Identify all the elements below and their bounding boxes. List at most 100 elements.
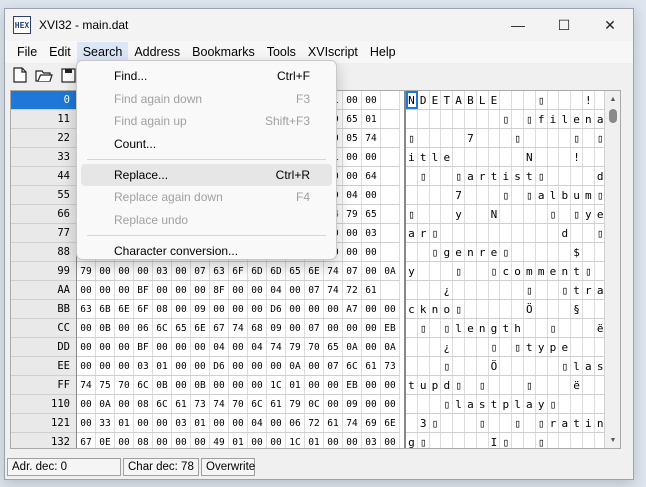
text-char-cell[interactable]: r xyxy=(477,167,489,185)
save-icon[interactable] xyxy=(59,66,77,84)
hex-byte-cell[interactable]: 74 xyxy=(324,262,343,280)
text-char-cell[interactable]: l xyxy=(548,186,560,204)
text-char-cell[interactable] xyxy=(500,357,513,375)
text-char-cell[interactable] xyxy=(453,281,465,299)
hex-byte-cell[interactable]: 6F xyxy=(134,300,153,318)
text-char-cell[interactable] xyxy=(465,433,477,448)
text-char-cell[interactable]: r xyxy=(548,414,560,432)
hex-byte-cell[interactable]: 00 xyxy=(210,300,229,318)
hex-byte-cell[interactable]: 00 xyxy=(153,338,172,356)
text-char-cell[interactable]: ▯ xyxy=(583,262,595,280)
address-cell[interactable]: 11 xyxy=(11,110,76,129)
text-char-cell[interactable]: m xyxy=(536,262,548,280)
text-char-cell[interactable]: ▯ xyxy=(441,395,454,413)
text-char-cell[interactable] xyxy=(406,338,418,356)
hex-byte-cell[interactable]: 6C xyxy=(153,395,172,413)
text-char-cell[interactable] xyxy=(536,357,548,375)
hex-byte-cell[interactable]: 00 xyxy=(343,433,362,448)
hex-byte-cell[interactable]: 00 xyxy=(172,300,191,318)
text-char-cell[interactable]: ▯ xyxy=(441,319,454,337)
text-char-cell[interactable] xyxy=(536,205,548,223)
hex-byte-cell[interactable]: 00 xyxy=(343,91,362,109)
hex-byte-cell[interactable]: 72 xyxy=(305,414,324,432)
text-char-cell[interactable] xyxy=(559,319,572,337)
text-char-cell[interactable] xyxy=(536,319,548,337)
hex-byte-cell[interactable]: 00 xyxy=(172,281,191,299)
text-char-cell[interactable] xyxy=(418,186,430,204)
text-char-cell[interactable]: ▯ xyxy=(418,319,430,337)
hex-byte-cell[interactable]: 63 xyxy=(210,262,229,280)
text-char-cell[interactable] xyxy=(453,129,465,147)
hex-byte-cell[interactable]: 00 xyxy=(248,376,267,394)
text-char-cell[interactable] xyxy=(430,129,442,147)
address-cell[interactable]: AA xyxy=(11,281,76,300)
text-char-cell[interactable] xyxy=(524,129,536,147)
hex-byte-cell[interactable]: 00 xyxy=(248,433,267,448)
text-char-cell[interactable]: 3 xyxy=(418,414,430,432)
hex-byte-cell[interactable]: 70 xyxy=(115,376,134,394)
hex-byte-cell[interactable]: 01 xyxy=(153,357,172,375)
text-char-cell[interactable]: l xyxy=(453,319,465,337)
text-char-cell[interactable]: ▯ xyxy=(406,205,418,223)
hex-byte-cell[interactable]: 00 xyxy=(153,414,172,432)
text-char-cell[interactable] xyxy=(524,243,536,261)
text-char-cell[interactable]: ▯ xyxy=(441,357,454,375)
hex-byte-cell[interactable]: 65 xyxy=(324,338,343,356)
text-char-cell[interactable] xyxy=(536,376,548,394)
text-char-cell[interactable] xyxy=(465,110,477,128)
hex-byte-cell[interactable]: 00 xyxy=(229,338,248,356)
hex-byte-cell[interactable]: 00 xyxy=(286,319,305,337)
hex-byte-cell[interactable]: 73 xyxy=(381,357,400,375)
text-char-cell[interactable]: ▯ xyxy=(489,338,501,356)
hex-byte-cell[interactable]: 75 xyxy=(96,376,115,394)
text-char-cell[interactable]: ▯ xyxy=(430,243,442,261)
hex-byte-cell[interactable]: 00 xyxy=(267,414,286,432)
hex-byte-cell[interactable]: 04 xyxy=(248,338,267,356)
hex-byte-cell[interactable]: 03 xyxy=(362,433,381,448)
hex-byte-cell[interactable]: 6E xyxy=(115,300,134,318)
hex-byte-cell[interactable]: 01 xyxy=(305,433,324,448)
text-char-cell[interactable] xyxy=(571,433,583,448)
hex-byte-cell[interactable]: 00 xyxy=(134,414,153,432)
text-char-cell[interactable]: o xyxy=(441,300,454,318)
hex-byte-cell[interactable]: 00 xyxy=(115,433,134,448)
hex-byte-cell[interactable]: 01 xyxy=(191,414,210,432)
hex-byte-cell[interactable]: 00 xyxy=(248,357,267,375)
text-char-cell[interactable] xyxy=(571,319,583,337)
hex-byte-cell[interactable]: 00 xyxy=(115,281,134,299)
address-cell[interactable]: 99 xyxy=(11,262,76,281)
text-char-cell[interactable]: ▯ xyxy=(512,129,524,147)
text-char-cell[interactable] xyxy=(559,433,572,448)
hex-byte-cell[interactable]: 00 xyxy=(115,319,134,337)
text-char-cell[interactable] xyxy=(489,186,501,204)
text-char-cell[interactable] xyxy=(571,91,583,109)
hex-byte-cell[interactable] xyxy=(381,167,400,185)
text-char-cell[interactable] xyxy=(548,148,560,166)
hex-byte-cell[interactable]: 00 xyxy=(343,148,362,166)
text-char-cell[interactable]: y xyxy=(536,338,548,356)
text-char-cell[interactable]: n xyxy=(430,300,442,318)
hex-byte-cell[interactable]: 00 xyxy=(362,376,381,394)
text-column[interactable]: N D E T A B L E ▯! ▯ ▯ f i l e n a ▯ 7 ▯ ▯ ▯ i t l e N! ▯ ▯ a r t i s t ▯ d 7… xyxy=(404,91,607,448)
menu-address[interactable]: Address xyxy=(128,42,186,62)
text-char-cell[interactable]: a xyxy=(583,357,595,375)
text-char-cell[interactable] xyxy=(477,110,489,128)
hex-byte-cell[interactable]: 67 xyxy=(77,433,96,448)
text-char-cell[interactable]: g xyxy=(441,243,454,261)
hex-byte-cell[interactable]: 74 xyxy=(210,395,229,413)
hex-byte-cell[interactable] xyxy=(381,224,400,242)
text-char-cell[interactable]: t xyxy=(418,148,430,166)
hex-byte-cell[interactable]: 01 xyxy=(362,110,381,128)
scroll-thumb[interactable] xyxy=(609,109,617,123)
text-char-cell[interactable] xyxy=(548,91,560,109)
hex-byte-cell[interactable]: 00 xyxy=(381,433,400,448)
hex-byte-cell[interactable]: 00 xyxy=(305,357,324,375)
hex-byte-cell[interactable]: 74 xyxy=(267,338,286,356)
hex-byte-cell[interactable]: 1C xyxy=(267,376,286,394)
text-char-cell[interactable] xyxy=(500,281,513,299)
text-char-cell[interactable]: t xyxy=(500,319,513,337)
text-char-cell[interactable]: ▯ xyxy=(524,110,536,128)
text-char-cell[interactable] xyxy=(465,300,477,318)
text-char-cell[interactable]: ▯ xyxy=(453,376,465,394)
text-char-cell[interactable]: a xyxy=(524,395,536,413)
